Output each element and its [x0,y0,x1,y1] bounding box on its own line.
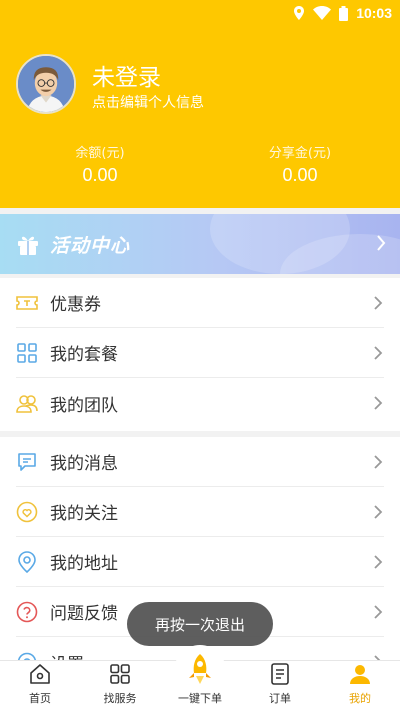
chevron-right-icon [374,345,383,360]
tab-label: 找服务 [103,692,137,705]
menu-item-my-follows[interactable]: 我的关注 [16,487,384,537]
menu-item-my-address[interactable]: 我的地址 [16,537,384,587]
location-status-icon [294,6,305,20]
activity-center-banner[interactable]: 活动中心 [0,214,400,274]
edit-profile-link[interactable]: 点击编辑个人信息 [92,92,204,112]
grid-icon [110,664,130,684]
menu-group-primary: 优惠券 我的套餐 我的团队 [0,278,400,431]
exit-toast: 再按一次退出 [127,602,273,646]
tab-label: 首页 [29,692,51,705]
share-money-label: 分享金(元) [268,146,332,161]
menu-item-label: 我的套餐 [50,345,118,365]
tab-label: 订单 [269,692,291,705]
status-bar: 10:03 [293,0,400,26]
chevron-right-icon [374,554,383,569]
bottom-tab-bar: 首页 找服务 一键下单 订单 我的 [0,645,400,710]
tab-mine[interactable]: 我的 [320,661,400,710]
gift-icon [18,236,38,255]
chevron-right-icon [377,235,386,251]
menu-item-my-team[interactable]: 我的团队 [16,378,384,428]
chevron-right-icon [374,396,383,410]
menu-item-label: 我的关注 [50,504,118,524]
message-icon [16,451,38,473]
balance-label: 余额(元) [75,146,125,161]
user-icon [350,665,370,684]
coupon-icon [16,292,38,314]
activity-center-title: 活动中心 [50,235,131,257]
rocket-icon [189,654,211,684]
share-money-stat[interactable]: 分享金(元) 0.00 [200,142,400,186]
share-money-value: 0.00 [282,165,318,185]
menu-item-my-messages[interactable]: 我的消息 [16,437,384,487]
chevron-right-icon [374,295,383,310]
balance-stat[interactable]: 余额(元) 0.00 [0,142,200,186]
user-name[interactable]: 未登录 [92,58,161,92]
menu-item-label: 我的消息 [50,454,118,474]
avatar[interactable] [16,54,76,114]
grid-icon [16,342,38,364]
tab-quick-order[interactable]: 一键下单 [160,645,240,710]
status-time: 10:03 [356,5,392,21]
heart-icon [16,501,38,523]
avatar-icon [18,56,74,112]
chevron-right-icon [374,604,383,619]
tab-orders[interactable]: 订单 [240,661,320,710]
order-icon [271,663,289,685]
tab-label: 一键下单 [178,692,222,705]
location-icon [16,550,38,573]
profile-header: 10:03 未登录 点击编辑个人信息 余额(元) 0.00 分享金(元) 0.0… [0,0,400,208]
chevron-right-icon [374,504,383,519]
settings-icon [16,651,38,660]
tab-find-service[interactable]: 找服务 [80,661,160,710]
menu-item-label: 优惠券 [50,295,101,315]
team-icon [16,392,38,414]
menu-item-label: 我的团队 [50,395,118,416]
balance-value: 0.00 [82,165,118,185]
wifi-status-icon [313,6,332,20]
menu-item-coupon[interactable]: 优惠券 [16,278,384,328]
question-icon [16,601,38,623]
menu-item-my-package[interactable]: 我的套餐 [16,328,384,378]
battery-status-icon [339,5,349,21]
chevron-right-icon [374,454,383,469]
tab-home[interactable]: 首页 [0,661,80,710]
menu-item-label: 我的地址 [50,554,118,574]
tab-label: 我的 [349,692,371,705]
home-icon [30,664,50,684]
